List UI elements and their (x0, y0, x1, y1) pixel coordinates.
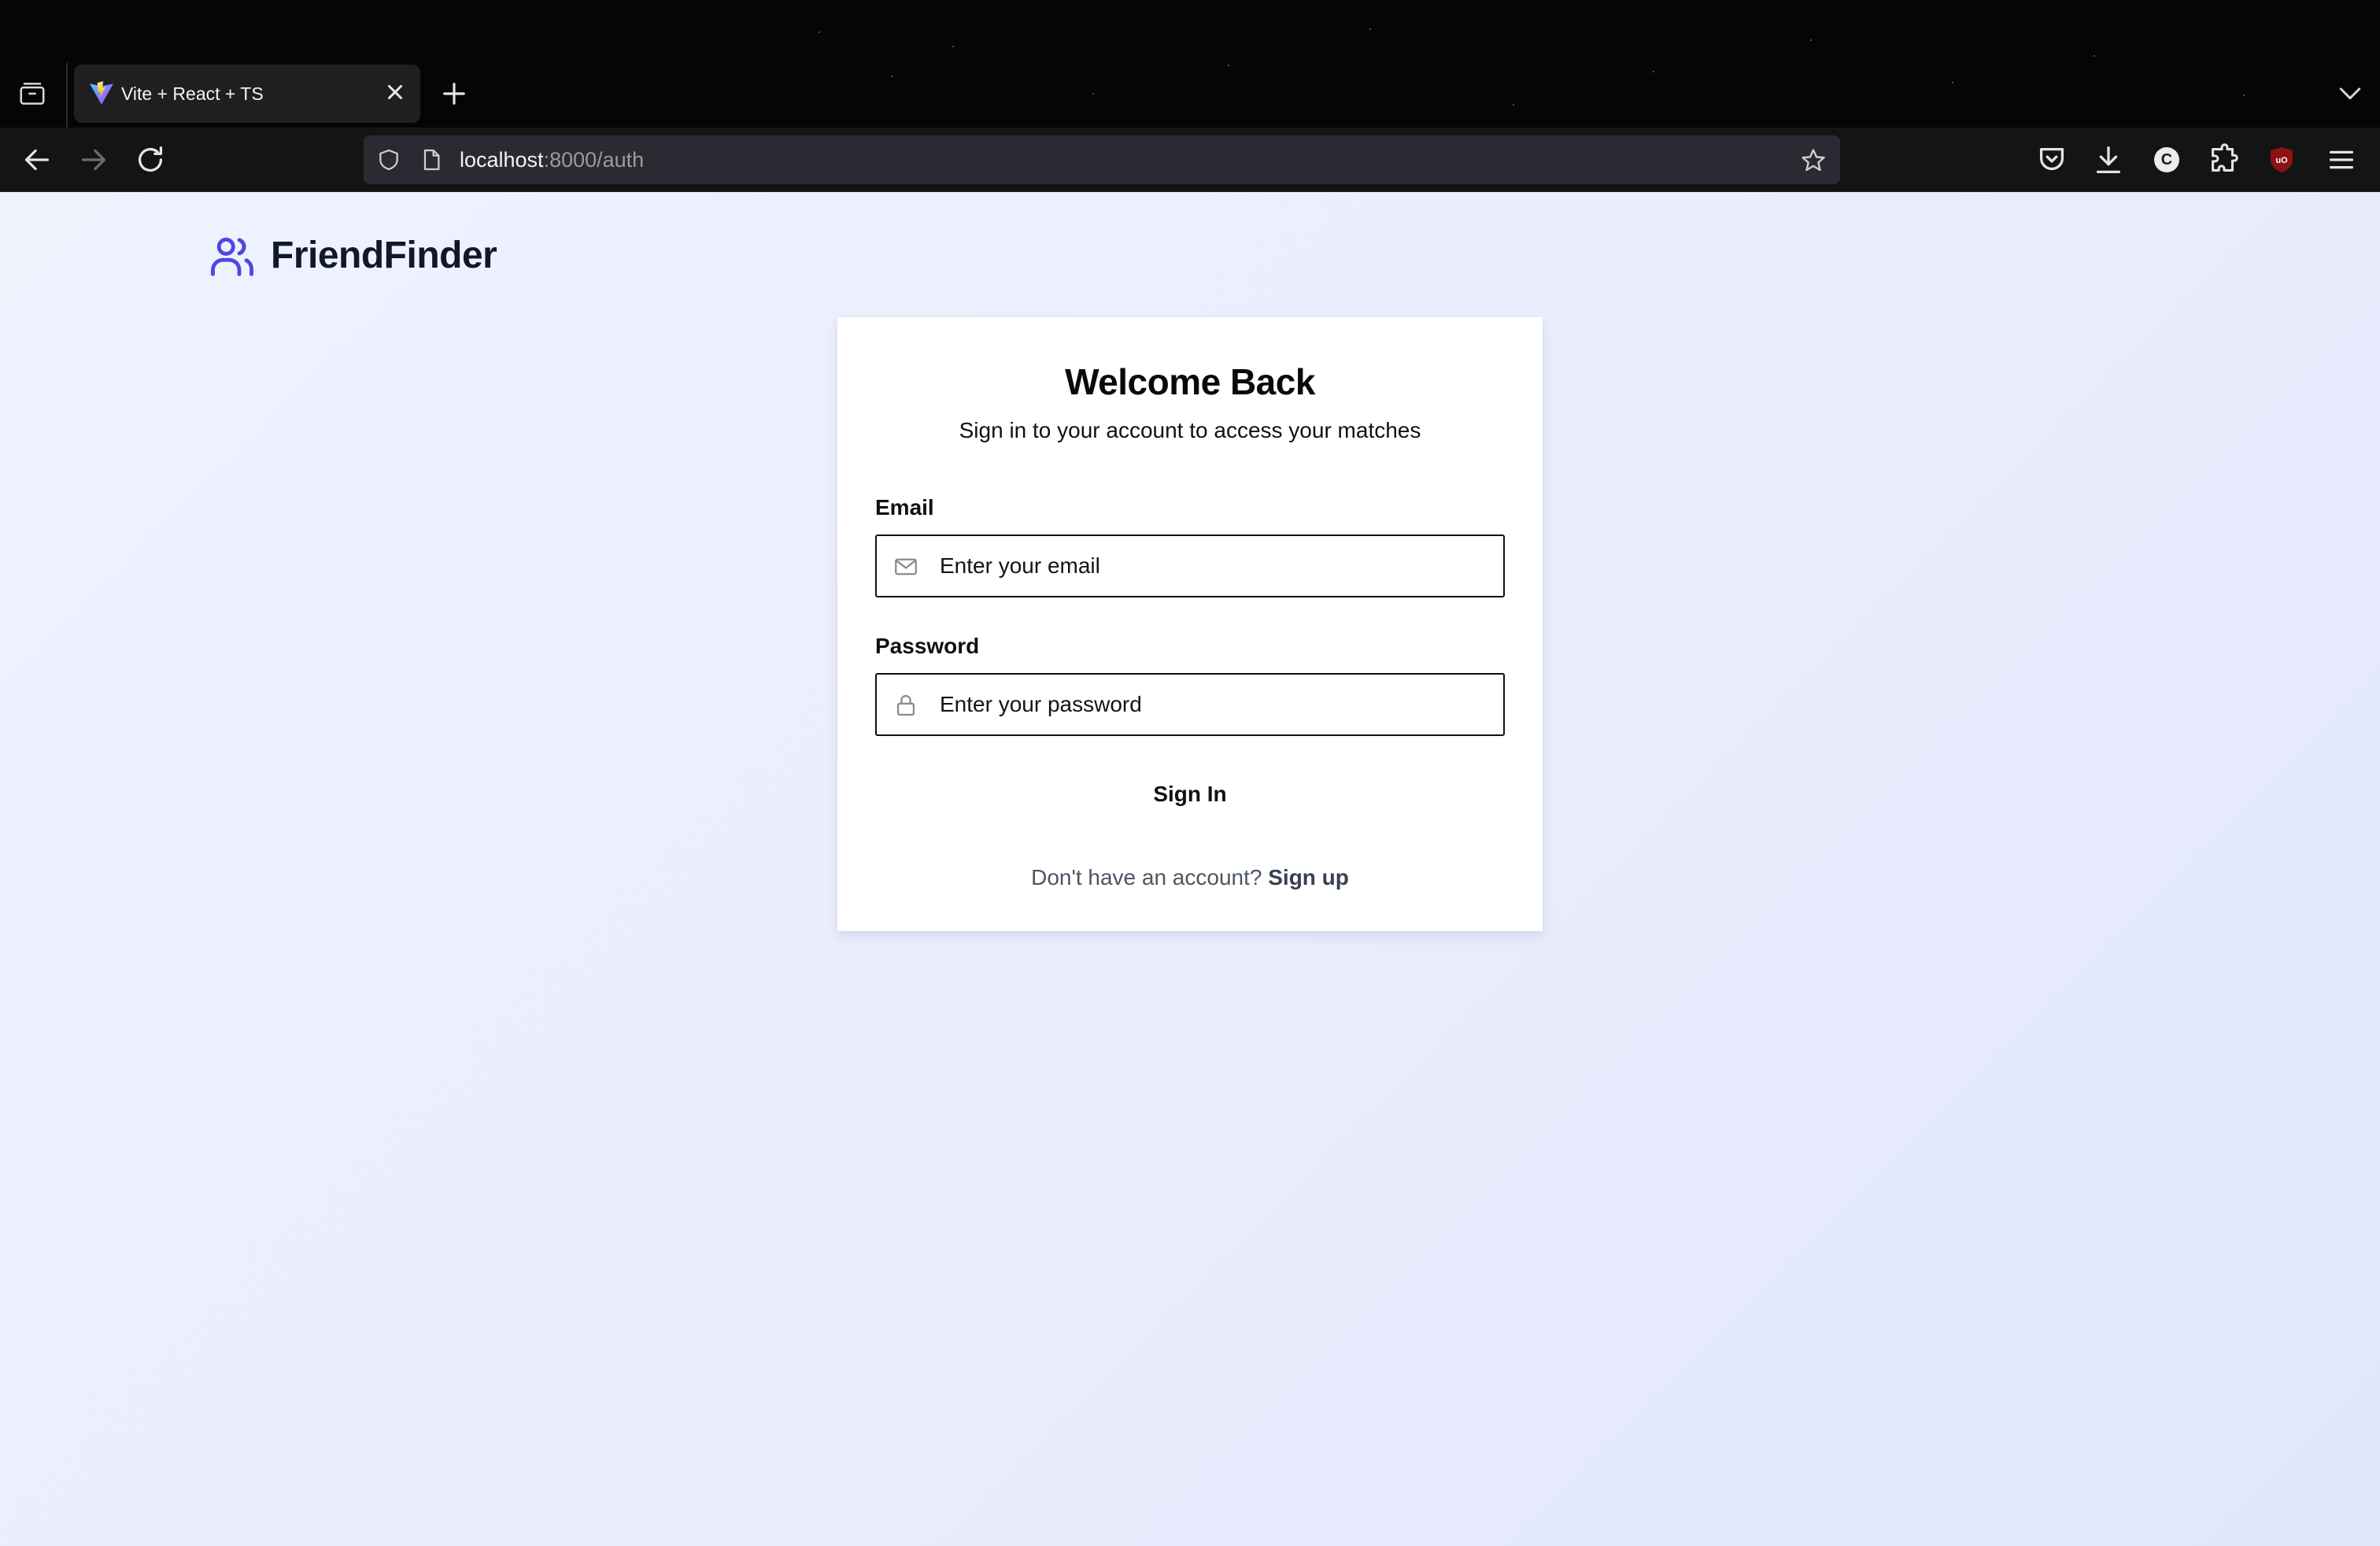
password-input-wrapper[interactable] (875, 673, 1505, 736)
browser-tab-active[interactable]: Vite + React + TS (74, 65, 420, 123)
background-star (2094, 55, 2095, 57)
password-input[interactable] (940, 686, 1491, 723)
arrow-left-icon[interactable] (19, 142, 55, 178)
email-input-wrapper[interactable] (875, 534, 1505, 597)
chevron-down-icon[interactable] (2334, 77, 2366, 109)
app-header-brand[interactable]: FriendFinder (208, 231, 497, 280)
download-icon[interactable] (2090, 142, 2127, 178)
page-viewport: FriendFinder Welcome Back Sign in to you… (0, 192, 2380, 1546)
url-path: :8000/auth (543, 148, 645, 172)
page-subtitle: Sign in to your account to access your m… (959, 418, 1421, 442)
background-star (819, 31, 820, 33)
profile-initial: C (2154, 147, 2179, 172)
sign-up-link[interactable]: Sign up (1268, 865, 1349, 890)
page-title: Welcome Back (1065, 361, 1315, 402)
background-star (1369, 28, 1371, 30)
browser-toolbar: localhost:8000/auth C uO (0, 128, 2380, 192)
brand-name: FriendFinder (271, 235, 497, 276)
email-label: Email (875, 495, 934, 520)
background-star (952, 46, 954, 47)
background-star (891, 76, 893, 77)
browser-tab-strip: Vite + React + TS (0, 0, 2380, 129)
background-star (1513, 104, 1514, 105)
sign-in-button[interactable]: Sign In (875, 761, 1505, 827)
arrow-right-icon[interactable] (76, 142, 112, 178)
star-icon[interactable] (1799, 146, 1828, 175)
background-star (1952, 82, 1953, 83)
background-star (2243, 94, 2245, 96)
mail-icon (893, 553, 919, 580)
tab-divider (66, 63, 68, 129)
ublock-icon[interactable]: uO (2264, 142, 2300, 178)
url-host: localhost (460, 148, 544, 172)
shield-icon[interactable] (376, 147, 401, 172)
hamburger-menu-icon[interactable] (2323, 142, 2360, 178)
page-icon[interactable] (419, 147, 444, 172)
password-label: Password (875, 634, 980, 658)
ublock-label: uO (2275, 156, 2288, 165)
users-icon (208, 231, 257, 280)
address-bar[interactable]: localhost:8000/auth (364, 135, 1840, 184)
lock-icon (893, 692, 919, 719)
tab-list-icon[interactable] (16, 79, 49, 109)
pocket-icon[interactable] (2034, 142, 2070, 178)
signup-prompt-text: Don't have an account? (1031, 865, 1262, 890)
tab-title: Vite + React + TS (121, 83, 264, 104)
login-card: Welcome Back Sign in to your account to … (837, 317, 1543, 931)
reload-icon[interactable] (132, 142, 168, 178)
url-text[interactable]: localhost:8000/auth (460, 147, 644, 172)
background-star (1092, 93, 1094, 94)
plus-icon[interactable] (438, 77, 471, 110)
background-star (1228, 65, 1229, 66)
vite-logo-icon (88, 80, 115, 106)
profile-avatar[interactable]: C (2149, 142, 2185, 178)
signup-prompt: Don't have an account? Sign up (837, 864, 1543, 892)
email-input[interactable] (940, 547, 1491, 585)
puzzle-icon[interactable] (2205, 142, 2241, 178)
background-star (1810, 39, 1812, 41)
background-star (1653, 71, 1654, 72)
close-icon[interactable] (381, 78, 409, 106)
